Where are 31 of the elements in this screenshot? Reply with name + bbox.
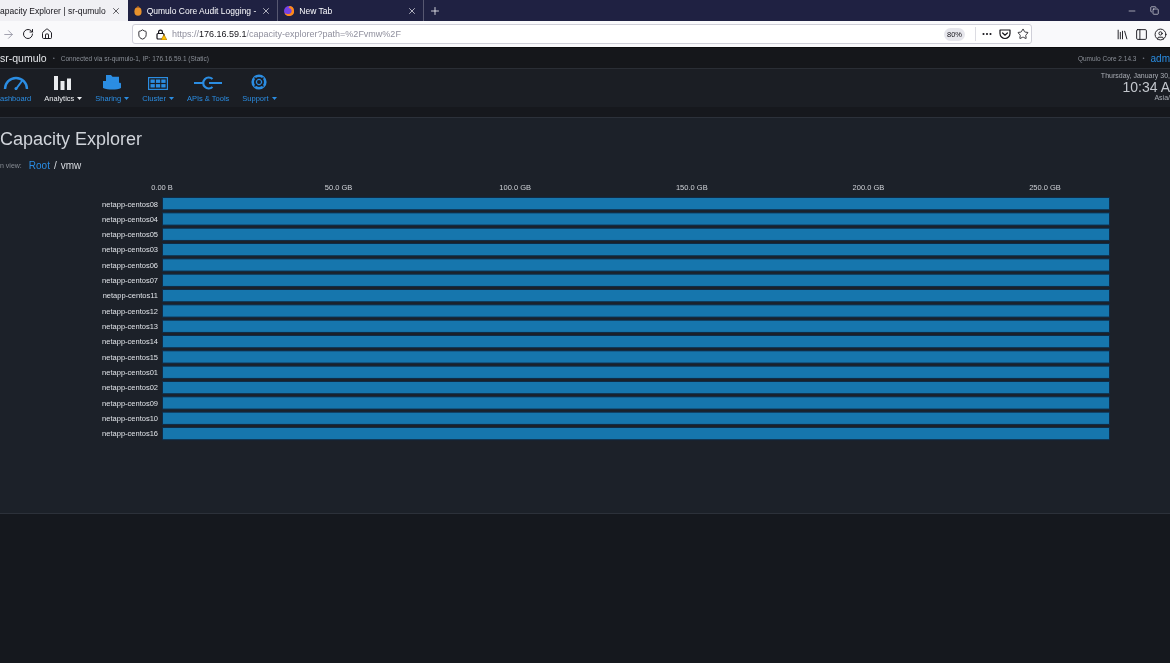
bar-chart-icon	[54, 75, 73, 90]
browser-tab[interactable]: apacity Explorer | sr-qumulo	[0, 0, 128, 21]
connector-icon	[194, 76, 223, 90]
plus-icon[interactable]	[429, 4, 442, 17]
acorn-icon	[133, 5, 142, 16]
flame-circle-icon	[284, 5, 295, 16]
grid-icon	[148, 77, 169, 90]
close-icon[interactable]	[407, 5, 418, 16]
lifebuoy-icon	[251, 74, 268, 90]
restore-icon[interactable]	[1150, 6, 1159, 15]
breadcrumb-separator: /	[53, 159, 57, 171]
account-icon[interactable]	[1154, 27, 1167, 41]
user-menu-link[interactable]: adm	[1150, 52, 1170, 64]
close-icon[interactable]	[261, 5, 272, 16]
pocket-icon[interactable]	[999, 28, 1011, 40]
reload-icon[interactable]	[22, 28, 34, 40]
shield-icon[interactable]	[137, 28, 148, 40]
time-text: 10:34 A	[1122, 80, 1170, 94]
close-icon[interactable]	[110, 5, 121, 16]
library-icon[interactable]	[1116, 27, 1129, 41]
current-folder-name: vmw	[60, 159, 82, 171]
folder-icon	[102, 75, 123, 90]
star-icon[interactable]	[1017, 28, 1029, 40]
sidebar-icon[interactable]	[1135, 27, 1148, 41]
page-title: Capacity Explorer	[0, 128, 144, 151]
home-icon[interactable]	[41, 28, 53, 40]
breadcrumb-link[interactable]: Root	[28, 159, 50, 171]
gauge-icon	[2, 75, 29, 90]
lock-warning-icon[interactable]	[156, 28, 167, 40]
cluster-name: sr-qumulo	[0, 52, 47, 64]
url-text: https://176.16.59.1/capacity-explorer?path=%2Fvmw%2F	[172, 29, 401, 39]
